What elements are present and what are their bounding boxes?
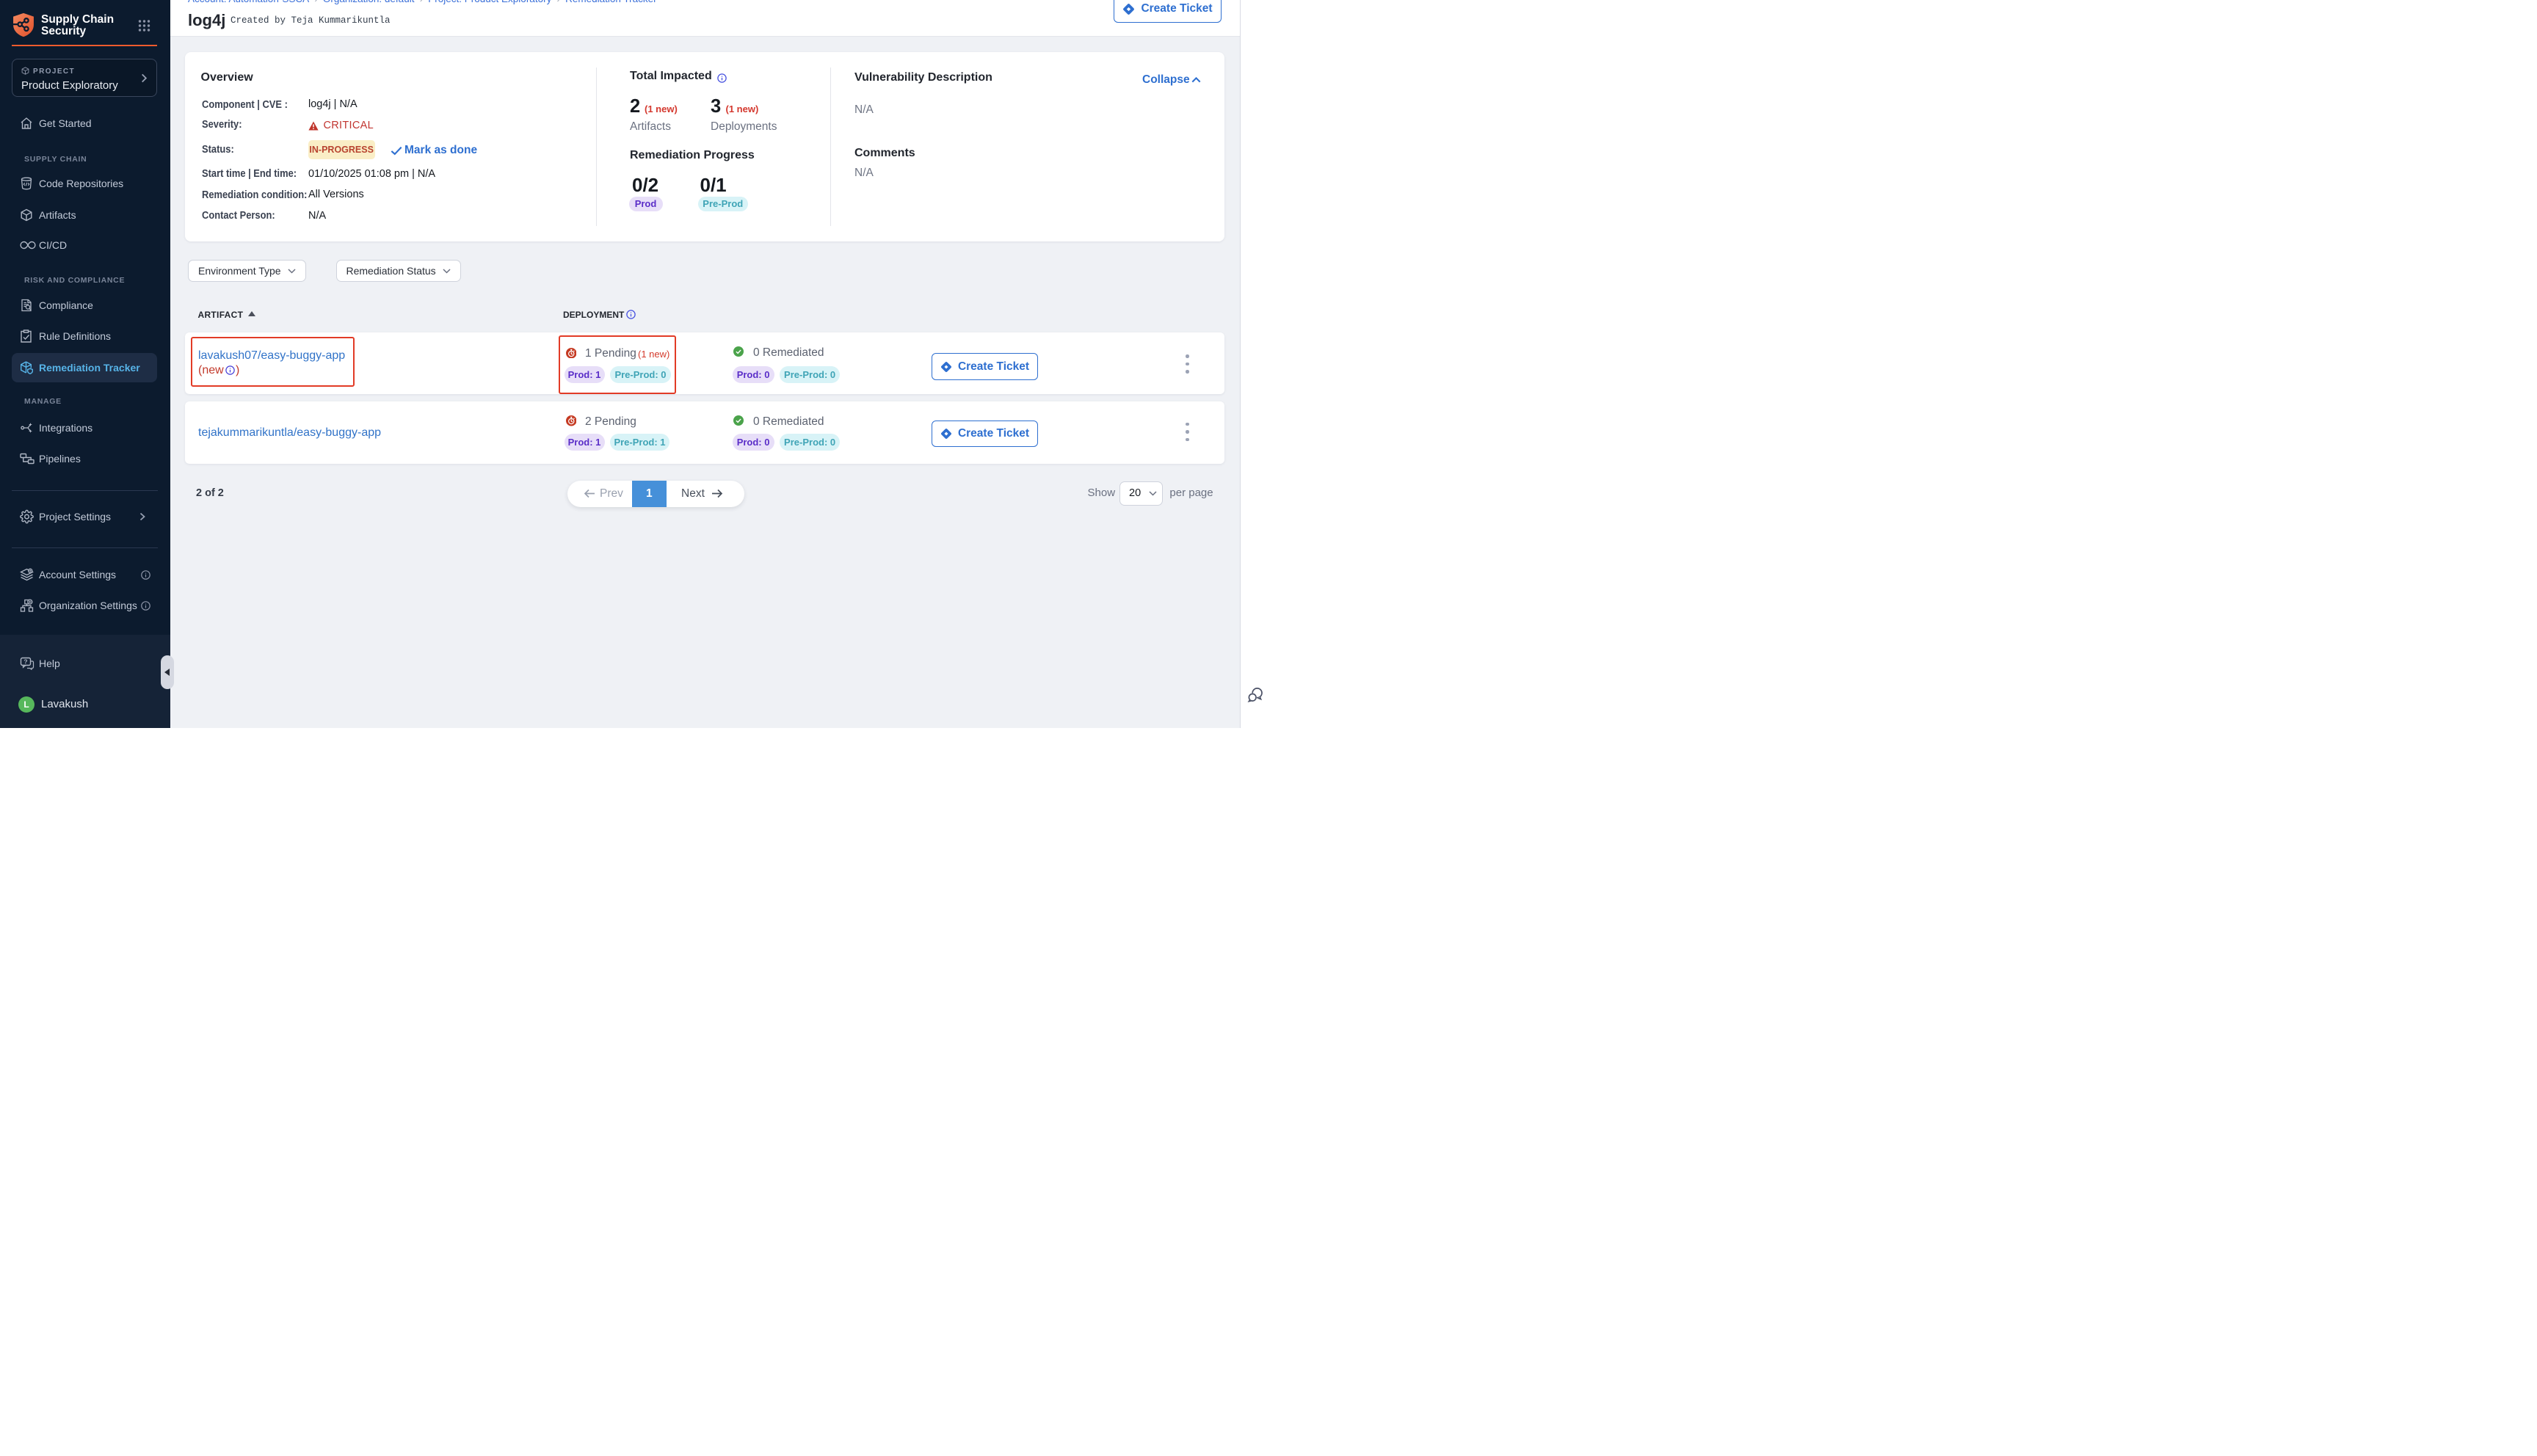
svg-text:?: ? (23, 658, 27, 666)
